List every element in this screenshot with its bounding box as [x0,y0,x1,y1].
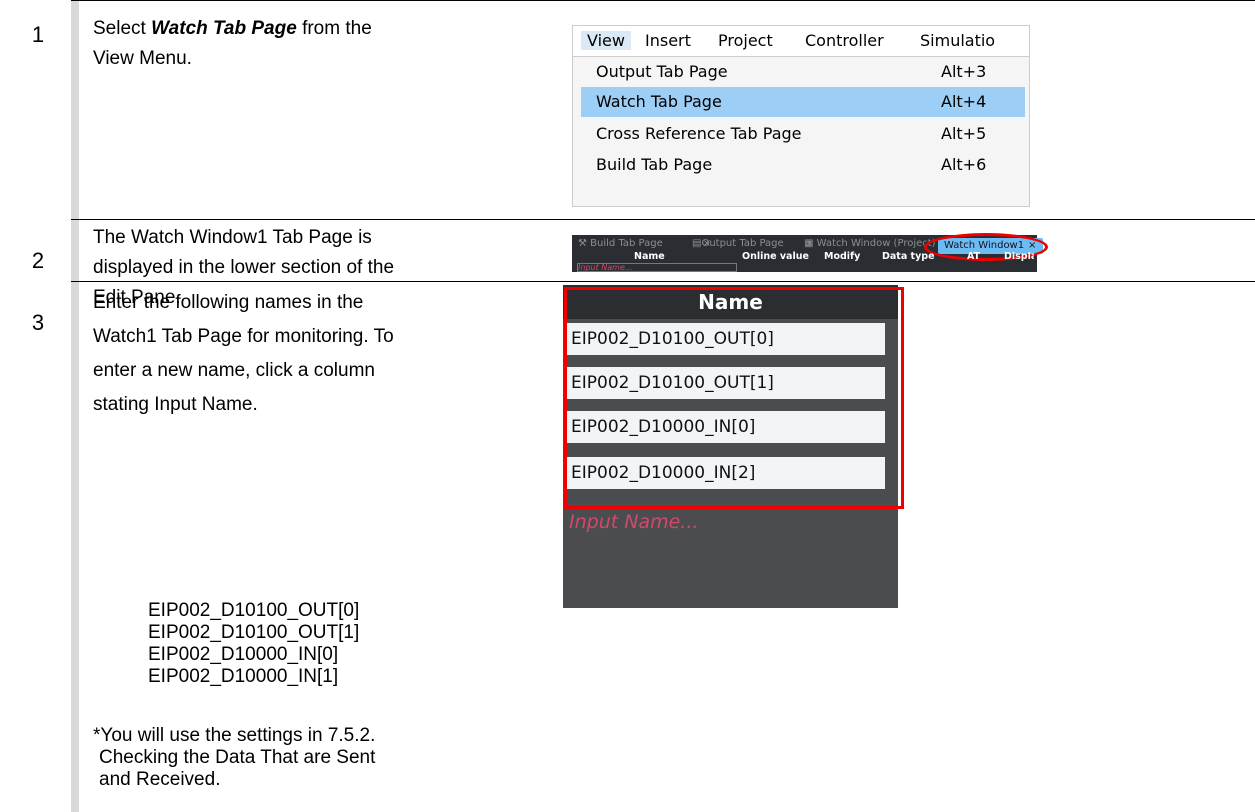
tab-bar-screenshot: ⚒ Build Tab Page × ▤Output Tab Page × ▦ Wa… [572,233,1048,272]
emphasis: Watch Tab Page [151,18,297,39]
shortcut: Alt+4 [941,92,987,111]
menu-item-label: Cross Reference Tab Page [596,124,802,143]
menu-project[interactable]: Project [718,31,773,50]
menu-view[interactable]: View [581,31,631,50]
menu-item-output[interactable]: Output Tab Page Alt+3 [581,57,1025,87]
list-item: EIP002_D10000_IN[1] [148,666,339,687]
list-item: EIP002_D10000_IN[0] [148,644,339,665]
divider [71,0,1255,1]
step-number: 2 [31,248,45,273]
column-header: Data type [882,251,935,262]
menu-item-label: Watch Tab Page [596,92,722,111]
list-item: EIP002_D10100_OUT[0] [148,600,360,621]
note-line: and Received. [99,769,221,790]
step-text: Watch1 Tab Page for monitoring. To [93,326,394,347]
menu-bar: View Insert Project Controller Simulatio [573,26,1029,57]
column-header: Name [634,251,665,262]
step-number-column [71,0,79,812]
step-text: stating Input Name. [93,394,258,415]
column-header: Modify [824,251,861,262]
note: *You will use the settings in 7.5.2. Che… [93,725,375,791]
menu-item-label: Output Tab Page [596,62,728,81]
step-text: displayed in the lower section of the [93,257,395,278]
tab-label: Build Tab Page [590,238,663,249]
name-list-text: EIP002_D10100_OUT[0] EIP002_D10100_OUT[1… [148,600,359,688]
highlight-box [564,287,904,509]
menu-item-label: Build Tab Page [596,155,713,174]
step-1-text: Select Watch Tab Page from the View Menu… [93,14,372,74]
step-text: View Menu. [93,48,192,69]
menu-simulation[interactable]: Simulatio [920,31,995,50]
input-name-cell[interactable]: Input Name... [577,263,737,272]
note-line: *You will use the settings in 7.5.2. [93,725,376,746]
menu-controller[interactable]: Controller [805,31,884,50]
step-text: enter a new name, click a column [93,360,375,381]
input-name-placeholder[interactable]: Input Name... [569,511,698,533]
column-header: AT [967,251,981,262]
step-text: from the [296,18,372,39]
shortcut: Alt+5 [941,124,987,143]
view-menu-screenshot: View Insert Project Controller Simulatio… [572,25,1030,207]
step-text: Select [93,18,152,39]
step-3-text: Enter the following names in the Watch1 … [93,286,394,422]
tab-label: Watch Window (Project) [816,238,936,249]
step-text: The Watch Window1 Tab Page is [93,227,372,248]
step-text: Enter the following names in the [93,292,364,313]
menu-item-cross-reference[interactable]: Cross Reference Tab Page Alt+5 [581,119,1025,149]
note-line: Checking the Data That are Sent [99,747,376,768]
column-header: Display format [1004,252,1034,262]
divider [71,219,1255,220]
menu-item-watch[interactable]: Watch Tab Page Alt+4 [581,87,1025,117]
step-number: 1 [31,22,45,47]
menu-item-build[interactable]: Build Tab Page Alt+6 [581,150,1025,180]
column-header: Online value [742,251,809,262]
step-number: 3 [31,310,45,335]
tab-output[interactable]: ▤Output Tab Page × [692,237,814,251]
list-item: EIP002_D10100_OUT[1] [148,622,360,643]
tab-label: Output Tab Page [701,238,784,249]
build-icon: ⚒ [578,238,591,249]
menu-insert[interactable]: Insert [645,31,691,50]
watch-icon: ▦ [804,238,817,249]
shortcut: Alt+6 [941,155,987,174]
shortcut: Alt+3 [941,62,987,81]
